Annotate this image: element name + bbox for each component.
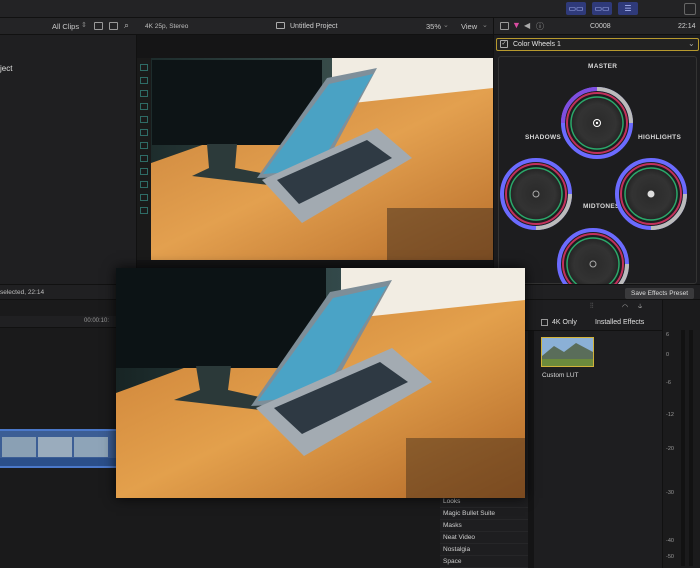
project-icon <box>276 22 285 29</box>
4k-only-label: 4K Only <box>552 319 577 326</box>
meter-tick: -30 <box>666 490 674 496</box>
meter-bar-right <box>689 330 693 566</box>
share-icon[interactable] <box>684 3 696 15</box>
view-menu[interactable]: View <box>461 22 477 31</box>
layout-toggle-button[interactable]: ▭▭ <box>566 2 586 15</box>
chevron-down-icon: ⌄ <box>482 22 488 29</box>
custom-lut-label: Custom LUT <box>542 372 579 379</box>
custom-lut-thumbnail[interactable] <box>541 337 594 367</box>
format-label: 4K 25p, Stereo <box>145 23 189 30</box>
ruler-time: 00:00:10: <box>84 318 110 324</box>
video-inspector-icon[interactable] <box>500 22 509 30</box>
audio-inspector-icon[interactable]: ◀ <box>524 21 530 30</box>
4k-only-checkbox[interactable] <box>541 319 548 326</box>
clip-appearance-icon[interactable] <box>109 22 118 30</box>
midtones-wheel <box>557 228 629 285</box>
lut-preview-popup <box>116 268 525 498</box>
viewer-frame-image[interactable] <box>137 58 493 260</box>
viewer: 4K 25p, Stereo Untitled Project 35% ⌄ Vi… <box>137 18 493 284</box>
color-wheels-graphic[interactable] <box>499 57 698 285</box>
clip-duration: 22:14 <box>678 23 696 30</box>
meter-bar-left <box>681 330 685 566</box>
inspector-toggle-button[interactable]: ☰ <box>618 2 638 15</box>
meter-tick: -50 <box>666 554 674 560</box>
audio-waveform-icon[interactable]: ⫶⫶ <box>590 303 594 311</box>
meter-tick: -12 <box>666 412 674 418</box>
meter-tick: -6 <box>666 380 671 386</box>
project-title: Untitled Project <box>290 23 338 30</box>
inspector-header: ▼ ◀ ⓘ C0008 22:14 <box>494 18 700 35</box>
category-item[interactable]: Space <box>440 556 528 568</box>
audio-meters: 6 0 -6 -12 -20 -30 -40 -50 <box>662 300 700 568</box>
inspector-panel: ▼ ◀ ⓘ C0008 22:14 ✓ Color Wheels 1 ⌄ MAS… <box>493 18 700 285</box>
chevron-down-icon: ⌄ <box>688 39 695 48</box>
browser-header: All Clips ⇕ ⌕ <box>0 18 137 35</box>
enable-checkbox[interactable]: ✓ <box>500 40 508 48</box>
effects-toolbar: ⫶⫶ ◠ ⫝ <box>590 303 658 313</box>
library-browser: All Clips ⇕ ⌕ ject <box>0 18 137 284</box>
timeline-clip[interactable] <box>0 429 116 468</box>
selection-status: selected, 22:14 <box>0 289 45 296</box>
highlights-wheel <box>615 158 687 230</box>
filmstrip-icon[interactable] <box>94 22 103 30</box>
clip-filter-dropdown[interactable]: All Clips <box>52 22 79 31</box>
meter-tick: -20 <box>666 446 674 452</box>
zoom-dropdown[interactable]: 35% <box>426 22 441 31</box>
category-item[interactable]: Nostalgia <box>440 544 528 556</box>
effect-select-label: Color Wheels 1 <box>513 41 561 48</box>
color-wheels-panel: MASTER SHADOWS HIGHLIGHTS MIDTONES <box>498 56 698 285</box>
timeline-toggle-button[interactable]: ▭▭ <box>592 2 612 15</box>
headphones-icon[interactable]: ◠ <box>622 303 628 311</box>
chevron-updown-icon: ⇕ <box>81 22 87 29</box>
info-icon[interactable]: ⓘ <box>536 21 544 32</box>
skimmer-icon[interactable]: ⫝ <box>638 303 642 311</box>
search-icon[interactable]: ⌕ <box>124 20 129 31</box>
color-wheels-select[interactable]: ✓ Color Wheels 1 ⌄ <box>496 38 699 51</box>
meter-tick: -40 <box>666 538 674 544</box>
category-scrollbar[interactable] <box>528 331 534 568</box>
top-toolbar: ▭▭ ▭▭ ☰ <box>0 0 700 18</box>
viewer-header: 4K 25p, Stereo Untitled Project 35% ⌄ Vi… <box>137 18 493 35</box>
category-item[interactable]: Neat Video <box>440 532 528 544</box>
installed-effects-dropdown[interactable]: Installed Effects <box>595 319 644 326</box>
library-item[interactable]: ject <box>0 64 12 73</box>
clip-name: C0008 <box>590 23 611 30</box>
color-inspector-icon[interactable]: ▼ <box>512 20 521 30</box>
chevron-down-icon: ⌄ <box>443 22 449 29</box>
save-effects-preset-button[interactable]: Save Effects Preset <box>625 288 694 299</box>
shadows-wheel <box>500 158 572 230</box>
meter-tick: 0 <box>666 352 670 358</box>
meter-tick: 6 <box>666 332 670 338</box>
category-item[interactable]: Masks <box>440 520 528 532</box>
effects-category-list: Looks Magic Bullet Suite Masks Neat Vide… <box>440 496 528 568</box>
filmstrip <box>137 58 151 260</box>
category-item[interactable]: Magic Bullet Suite <box>440 508 528 520</box>
master-wheel <box>561 87 633 159</box>
